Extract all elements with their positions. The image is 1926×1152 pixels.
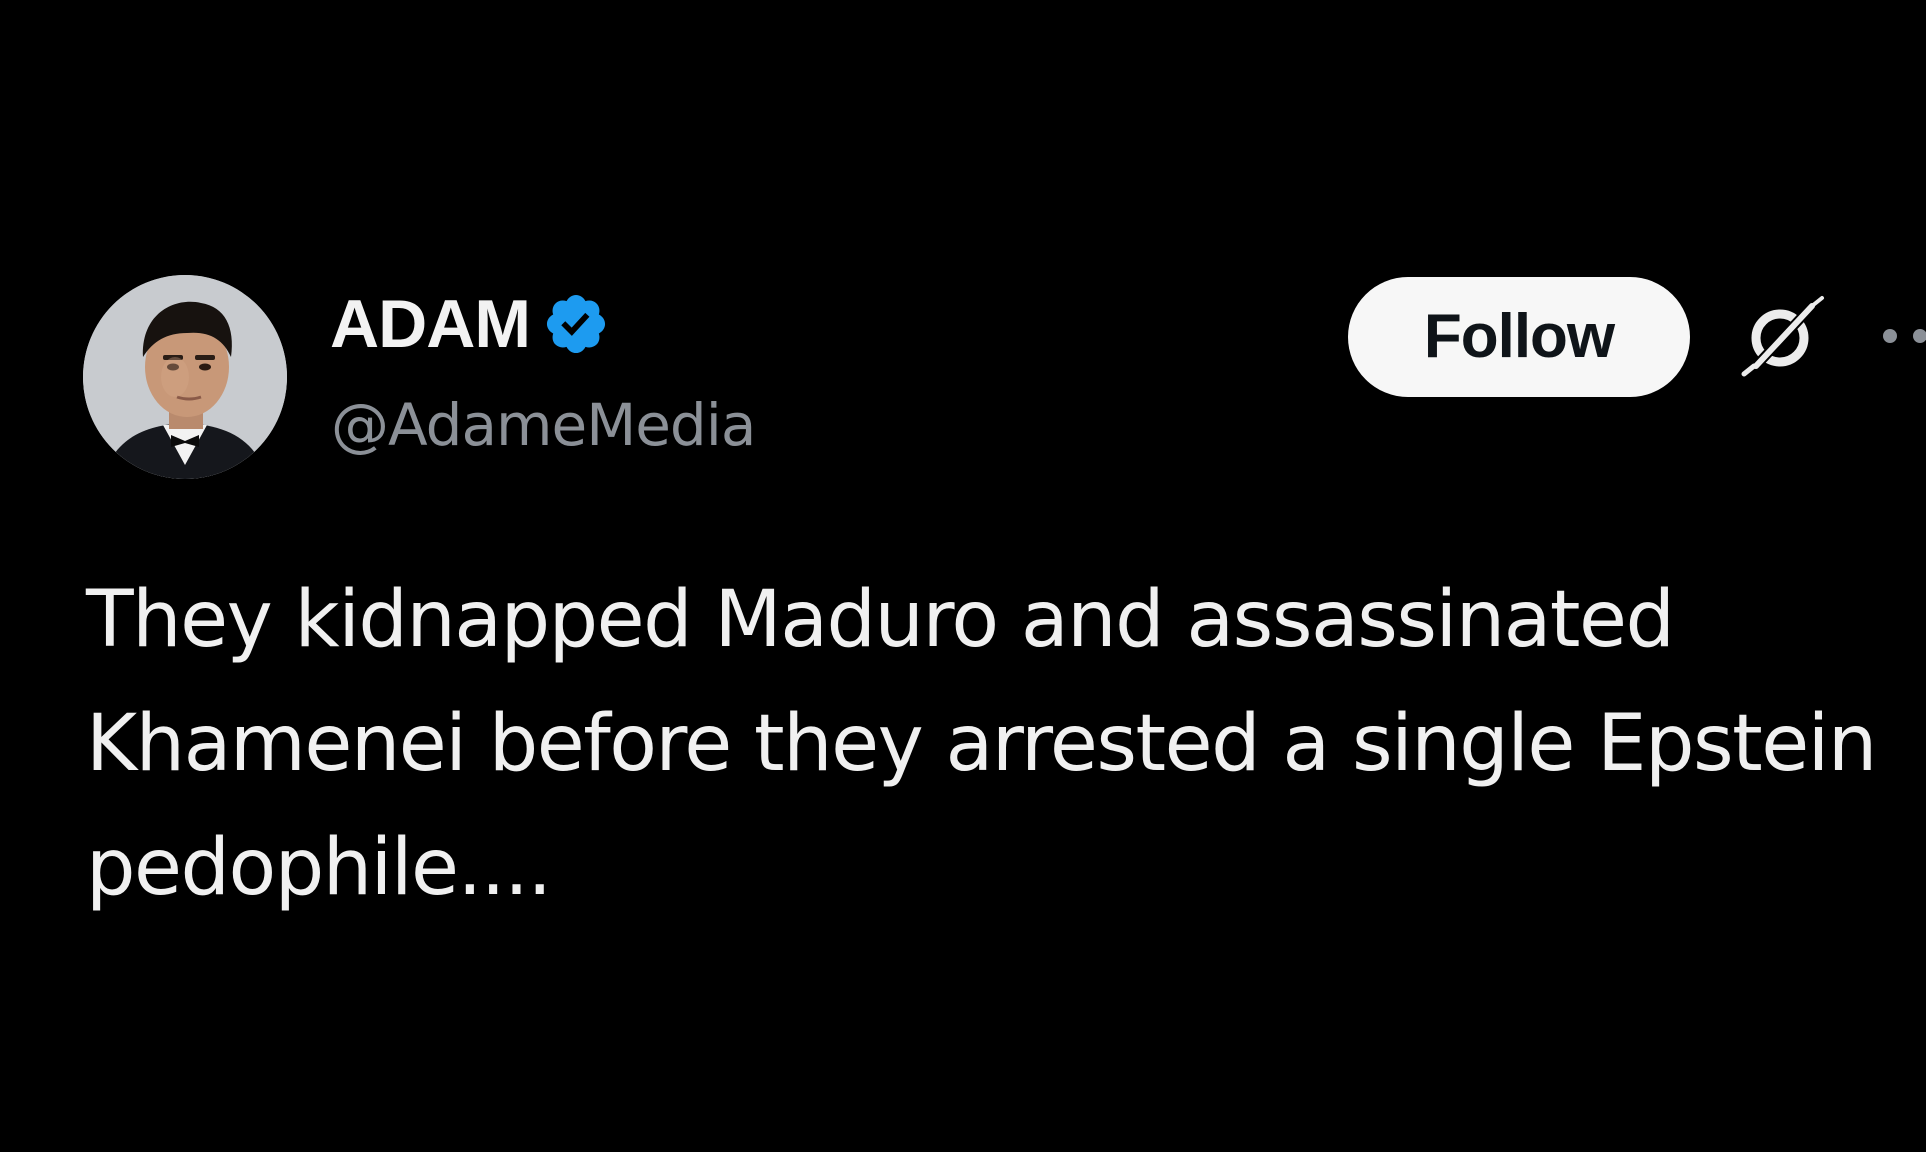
avatar[interactable]	[83, 275, 287, 479]
verified-badge-icon	[542, 290, 610, 358]
tweet-card: ADAM @AdameMedia Follow They kidnapped M…	[0, 0, 1926, 1152]
tweet-text-line: They kidnapped Maduro and assassinated	[86, 575, 1675, 665]
author-name-row: ADAM	[330, 288, 610, 360]
grok-icon[interactable]	[1732, 290, 1828, 386]
follow-button[interactable]: Follow	[1348, 277, 1690, 397]
tweet-text-line: pedophile....	[86, 823, 552, 913]
author-display-name[interactable]: ADAM	[330, 288, 531, 360]
more-options-icon[interactable]	[1878, 324, 1926, 348]
tweet-text-line: Khamenei before they arrested a single E…	[86, 699, 1877, 789]
avatar-photo	[83, 275, 287, 479]
author-handle[interactable]: @AdameMedia	[331, 390, 756, 460]
tweet-text: They kidnapped Maduro and assassinated K…	[86, 558, 1926, 930]
